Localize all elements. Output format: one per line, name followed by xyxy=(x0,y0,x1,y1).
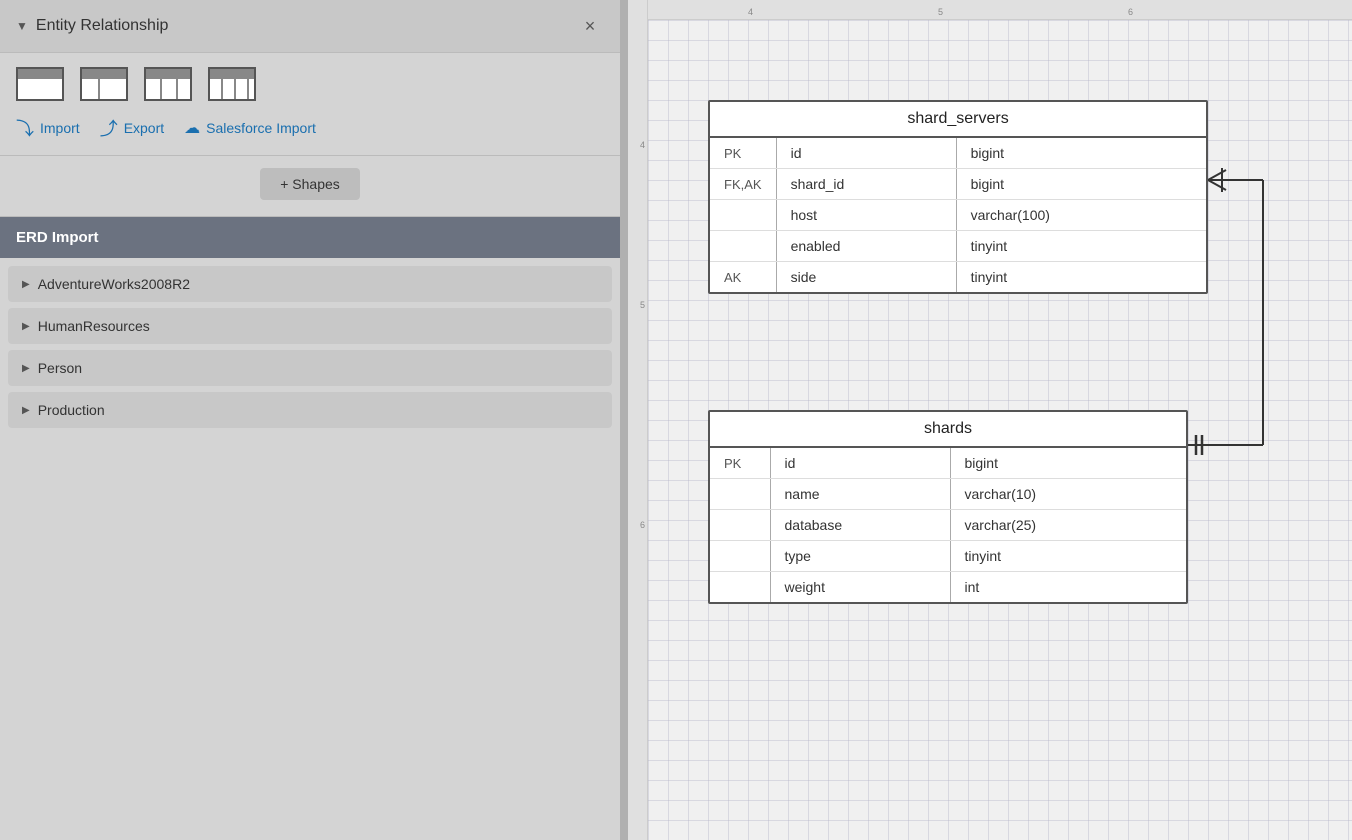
ruler-tick-left-4: 4 xyxy=(640,140,645,150)
tree-item-production[interactable]: ▶ Production xyxy=(8,392,612,428)
table-row: database varchar(25) xyxy=(710,510,1186,541)
cell-type: tinyint xyxy=(950,541,1186,572)
left-panel: ▼ Entity Relationship × xyxy=(0,0,620,840)
cell-name: weight xyxy=(770,572,950,603)
ruler-left: 4 5 6 xyxy=(628,0,648,840)
tree-item-adventureworks[interactable]: ▶ AdventureWorks2008R2 xyxy=(8,266,612,302)
chevron-right-icon: ▶ xyxy=(22,321,30,332)
cell-type: varchar(25) xyxy=(950,510,1186,541)
table-shard-servers[interactable]: shard_servers PK id bigint FK,AK shard_i… xyxy=(708,100,1208,294)
ruler-tick-left-6: 6 xyxy=(640,520,645,530)
table-style-icon-3[interactable] xyxy=(144,67,192,101)
canvas-area[interactable]: 4 5 6 4 5 6 shard_servers xyxy=(628,0,1352,840)
chevron-right-icon: ▶ xyxy=(22,363,30,374)
cell-key: PK xyxy=(710,448,770,479)
cell-key xyxy=(710,541,770,572)
export-icon: ⤴ xyxy=(100,115,118,141)
erd-canvas: shard_servers PK id bigint FK,AK shard_i… xyxy=(648,20,1352,840)
ruler-tick-6: 6 xyxy=(1128,7,1133,17)
table-row: enabled tinyint xyxy=(710,231,1206,262)
import-link[interactable]: ⤵ Import xyxy=(16,115,80,141)
import-label: Import xyxy=(40,120,80,136)
table-style-icon-1[interactable] xyxy=(16,67,64,101)
cell-name: shard_id xyxy=(776,169,956,200)
cell-key: AK xyxy=(710,262,776,293)
table-row: host varchar(100) xyxy=(710,200,1206,231)
table-shards-header: shards xyxy=(710,412,1186,448)
cell-key xyxy=(710,200,776,231)
shapes-button[interactable]: + Shapes xyxy=(260,168,360,200)
tree-item-label: Production xyxy=(38,402,105,418)
table-shards-body: PK id bigint name varchar(10) database v… xyxy=(710,448,1186,602)
cell-name: type xyxy=(770,541,950,572)
table-shard-servers-header: shard_servers xyxy=(710,102,1206,138)
erd-import-label: ERD Import xyxy=(16,229,99,246)
close-button[interactable]: × xyxy=(576,12,604,40)
ruler-tick-4: 4 xyxy=(748,7,753,17)
salesforce-label: Salesforce Import xyxy=(206,120,316,136)
panel-header-left: ▼ Entity Relationship xyxy=(16,17,168,35)
toolbar: ⤵ Import ⤴ Export ☁ Salesforce Import xyxy=(0,53,620,156)
chevron-right-icon: ▶ xyxy=(22,405,30,416)
table-shard-servers-body: PK id bigint FK,AK shard_id bigint host … xyxy=(710,138,1206,292)
table-style-icon-4[interactable] xyxy=(208,67,256,101)
table-row: FK,AK shard_id bigint xyxy=(710,169,1206,200)
cell-key xyxy=(710,479,770,510)
cell-type: bigint xyxy=(956,138,1206,169)
cell-name: name xyxy=(770,479,950,510)
tree-item-label: Person xyxy=(38,360,82,376)
tree-item-humanresources[interactable]: ▶ HumanResources xyxy=(8,308,612,344)
tree-section: ▶ AdventureWorks2008R2 ▶ HumanResources … xyxy=(0,258,620,840)
export-label: Export xyxy=(124,120,164,136)
cell-name: id xyxy=(770,448,950,479)
table-style-icon-2[interactable] xyxy=(80,67,128,101)
cell-type: int xyxy=(950,572,1186,603)
action-row: ⤵ Import ⤴ Export ☁ Salesforce Import xyxy=(16,115,604,141)
cell-type: tinyint xyxy=(956,262,1206,293)
cell-key: FK,AK xyxy=(710,169,776,200)
cell-type: varchar(10) xyxy=(950,479,1186,510)
ruler-tick-left-5: 5 xyxy=(640,300,645,310)
import-icon: ⤵ xyxy=(16,115,34,141)
table-row: PK id bigint xyxy=(710,448,1186,479)
cell-name: id xyxy=(776,138,956,169)
ruler-tick-5: 5 xyxy=(938,7,943,17)
collapse-icon[interactable]: ▼ xyxy=(16,19,28,33)
table-shards[interactable]: shards PK id bigint name varchar(10) da xyxy=(708,410,1188,604)
table-row: weight int xyxy=(710,572,1186,603)
tree-item-label: HumanResources xyxy=(38,318,150,334)
panel-header: ▼ Entity Relationship × xyxy=(0,0,620,53)
table-row: type tinyint xyxy=(710,541,1186,572)
export-link[interactable]: ⤴ Export xyxy=(100,115,164,141)
cell-key xyxy=(710,231,776,262)
panel-splitter[interactable] xyxy=(620,0,628,840)
ruler-top: 4 5 6 xyxy=(628,0,1352,20)
tree-item-label: AdventureWorks2008R2 xyxy=(38,276,190,292)
salesforce-link[interactable]: ☁ Salesforce Import xyxy=(184,118,316,138)
chevron-right-icon: ▶ xyxy=(22,279,30,290)
cell-type: bigint xyxy=(950,448,1186,479)
cell-key xyxy=(710,572,770,603)
cell-name: enabled xyxy=(776,231,956,262)
cell-name: host xyxy=(776,200,956,231)
cell-type: varchar(100) xyxy=(956,200,1206,231)
tree-item-person[interactable]: ▶ Person xyxy=(8,350,612,386)
cell-key: PK xyxy=(710,138,776,169)
cell-type: bigint xyxy=(956,169,1206,200)
table-row: name varchar(10) xyxy=(710,479,1186,510)
panel-title: Entity Relationship xyxy=(36,17,169,35)
cloud-icon: ☁ xyxy=(184,118,200,138)
erd-import-header: ERD Import xyxy=(0,217,620,258)
cell-key xyxy=(710,510,770,541)
shapes-section: + Shapes xyxy=(0,156,620,217)
table-row: PK id bigint xyxy=(710,138,1206,169)
table-row: AK side tinyint xyxy=(710,262,1206,293)
cell-name: side xyxy=(776,262,956,293)
icon-row xyxy=(16,67,604,101)
cell-type: tinyint xyxy=(956,231,1206,262)
cell-name: database xyxy=(770,510,950,541)
